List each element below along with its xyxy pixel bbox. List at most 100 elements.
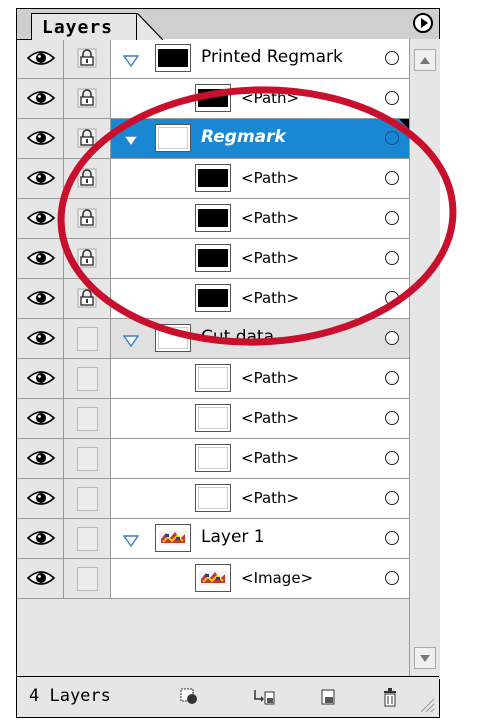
- layer-item-row[interactable]: <Path>: [17, 479, 409, 519]
- layer-content[interactable]: <Image>: [111, 559, 409, 598]
- scroll-up-button[interactable]: [414, 49, 436, 71]
- target-circle-icon[interactable]: [385, 171, 399, 185]
- target-circle-icon[interactable]: [385, 51, 399, 65]
- layer-item-row[interactable]: <Path>: [17, 239, 409, 279]
- lock-empty-slot: [77, 487, 98, 511]
- lock-empty-slot: [77, 447, 98, 471]
- layer-content[interactable]: Layer 1: [111, 519, 409, 558]
- visibility-toggle[interactable]: [17, 479, 64, 518]
- target-circle-icon[interactable]: [385, 491, 399, 505]
- lock-toggle[interactable]: [64, 399, 111, 438]
- layer-item-row[interactable]: <Path>: [17, 439, 409, 479]
- tab-label: Layers: [42, 17, 114, 38]
- visibility-toggle[interactable]: [17, 399, 64, 438]
- eye-icon: [26, 249, 56, 267]
- lock-toggle[interactable]: [64, 239, 111, 278]
- layer-name: Layer 1: [201, 527, 265, 547]
- layer-item-row[interactable]: <Path>: [17, 279, 409, 319]
- target-circle-icon[interactable]: [385, 531, 399, 545]
- lock-empty-slot: [77, 567, 98, 591]
- layer-content[interactable]: <Path>: [111, 359, 409, 398]
- layer-content[interactable]: <Path>: [111, 239, 409, 278]
- lock-icon: [77, 288, 97, 308]
- layer-thumbnail: [195, 404, 231, 432]
- panel-menu-icon[interactable]: [413, 13, 433, 33]
- visibility-toggle[interactable]: [17, 119, 64, 158]
- layer-content[interactable]: <Path>: [111, 439, 409, 478]
- target-circle-icon[interactable]: [385, 91, 399, 105]
- layer-content[interactable]: <Path>: [111, 79, 409, 118]
- visibility-toggle[interactable]: [17, 559, 64, 598]
- eye-icon: [26, 49, 56, 67]
- visibility-toggle[interactable]: [17, 39, 64, 78]
- layer-name: <Path>: [241, 169, 300, 187]
- target-circle-icon[interactable]: [385, 571, 399, 585]
- eye-icon: [26, 489, 56, 507]
- visibility-toggle[interactable]: [17, 439, 64, 478]
- target-circle-icon[interactable]: [385, 211, 399, 225]
- create-sublayer-icon[interactable]: [253, 687, 275, 707]
- target-circle-icon[interactable]: [385, 451, 399, 465]
- target-circle-icon[interactable]: [385, 251, 399, 265]
- layer-content[interactable]: <Path>: [111, 159, 409, 198]
- layer-item-row[interactable]: <Path>: [17, 159, 409, 199]
- visibility-toggle[interactable]: [17, 159, 64, 198]
- layer-row[interactable]: Regmark: [17, 119, 409, 159]
- lock-toggle[interactable]: [64, 439, 111, 478]
- lock-toggle[interactable]: [64, 79, 111, 118]
- delete-layer-icon[interactable]: [379, 687, 401, 707]
- lock-toggle[interactable]: [64, 159, 111, 198]
- target-circle-icon[interactable]: [385, 371, 399, 385]
- layer-content[interactable]: Regmark: [111, 119, 409, 158]
- layer-row[interactable]: Cut data: [17, 319, 409, 359]
- layer-item-row[interactable]: <Path>: [17, 79, 409, 119]
- layer-item-row[interactable]: <Path>: [17, 399, 409, 439]
- layer-row[interactable]: Layer 1: [17, 519, 409, 559]
- lock-toggle[interactable]: [64, 119, 111, 158]
- layer-thumbnail: [195, 364, 231, 392]
- lock-toggle[interactable]: [64, 559, 111, 598]
- resize-grip[interactable]: [417, 695, 435, 713]
- lock-toggle[interactable]: [64, 479, 111, 518]
- layer-name: Regmark: [201, 127, 286, 147]
- target-circle-icon[interactable]: [385, 331, 399, 345]
- lock-toggle[interactable]: [64, 359, 111, 398]
- disclosure-triangle-icon[interactable]: [122, 332, 140, 348]
- lock-toggle[interactable]: [64, 319, 111, 358]
- layer-list: Printed Regmark <Path> Regmark <Path> <Path>…: [17, 39, 409, 599]
- layer-row[interactable]: Printed Regmark: [17, 39, 409, 79]
- layer-item-row[interactable]: <Path>: [17, 199, 409, 239]
- disclosure-triangle-icon[interactable]: [122, 532, 140, 548]
- layer-item-row[interactable]: <Path>: [17, 359, 409, 399]
- panel-tab-bar: Layers: [17, 9, 439, 40]
- target-circle-icon[interactable]: [385, 411, 399, 425]
- layer-name: Cut data: [201, 327, 275, 347]
- lock-toggle[interactable]: [64, 39, 111, 78]
- visibility-toggle[interactable]: [17, 239, 64, 278]
- layer-content[interactable]: Cut data: [111, 319, 409, 358]
- visibility-toggle[interactable]: [17, 199, 64, 238]
- lock-toggle[interactable]: [64, 199, 111, 238]
- scroll-down-button[interactable]: [414, 647, 436, 669]
- layer-content[interactable]: <Path>: [111, 399, 409, 438]
- lock-toggle[interactable]: [64, 519, 111, 558]
- scrollbar[interactable]: [409, 39, 440, 679]
- layer-content[interactable]: Printed Regmark: [111, 39, 409, 78]
- make-clipping-mask-icon[interactable]: [179, 687, 201, 707]
- tab-layers[interactable]: Layers: [31, 13, 137, 40]
- visibility-toggle[interactable]: [17, 319, 64, 358]
- create-layer-icon[interactable]: [317, 687, 339, 707]
- layer-content[interactable]: <Path>: [111, 279, 409, 318]
- visibility-toggle[interactable]: [17, 79, 64, 118]
- visibility-toggle[interactable]: [17, 359, 64, 398]
- layer-content[interactable]: <Path>: [111, 479, 409, 518]
- visibility-toggle[interactable]: [17, 519, 64, 558]
- disclosure-triangle-icon[interactable]: [122, 52, 140, 68]
- disclosure-triangle-icon[interactable]: [122, 132, 140, 148]
- lock-toggle[interactable]: [64, 279, 111, 318]
- layer-content[interactable]: <Path>: [111, 199, 409, 238]
- target-circle-icon[interactable]: [385, 291, 399, 305]
- target-circle-icon[interactable]: [385, 131, 399, 145]
- visibility-toggle[interactable]: [17, 279, 64, 318]
- layer-item-row[interactable]: <Image>: [17, 559, 409, 599]
